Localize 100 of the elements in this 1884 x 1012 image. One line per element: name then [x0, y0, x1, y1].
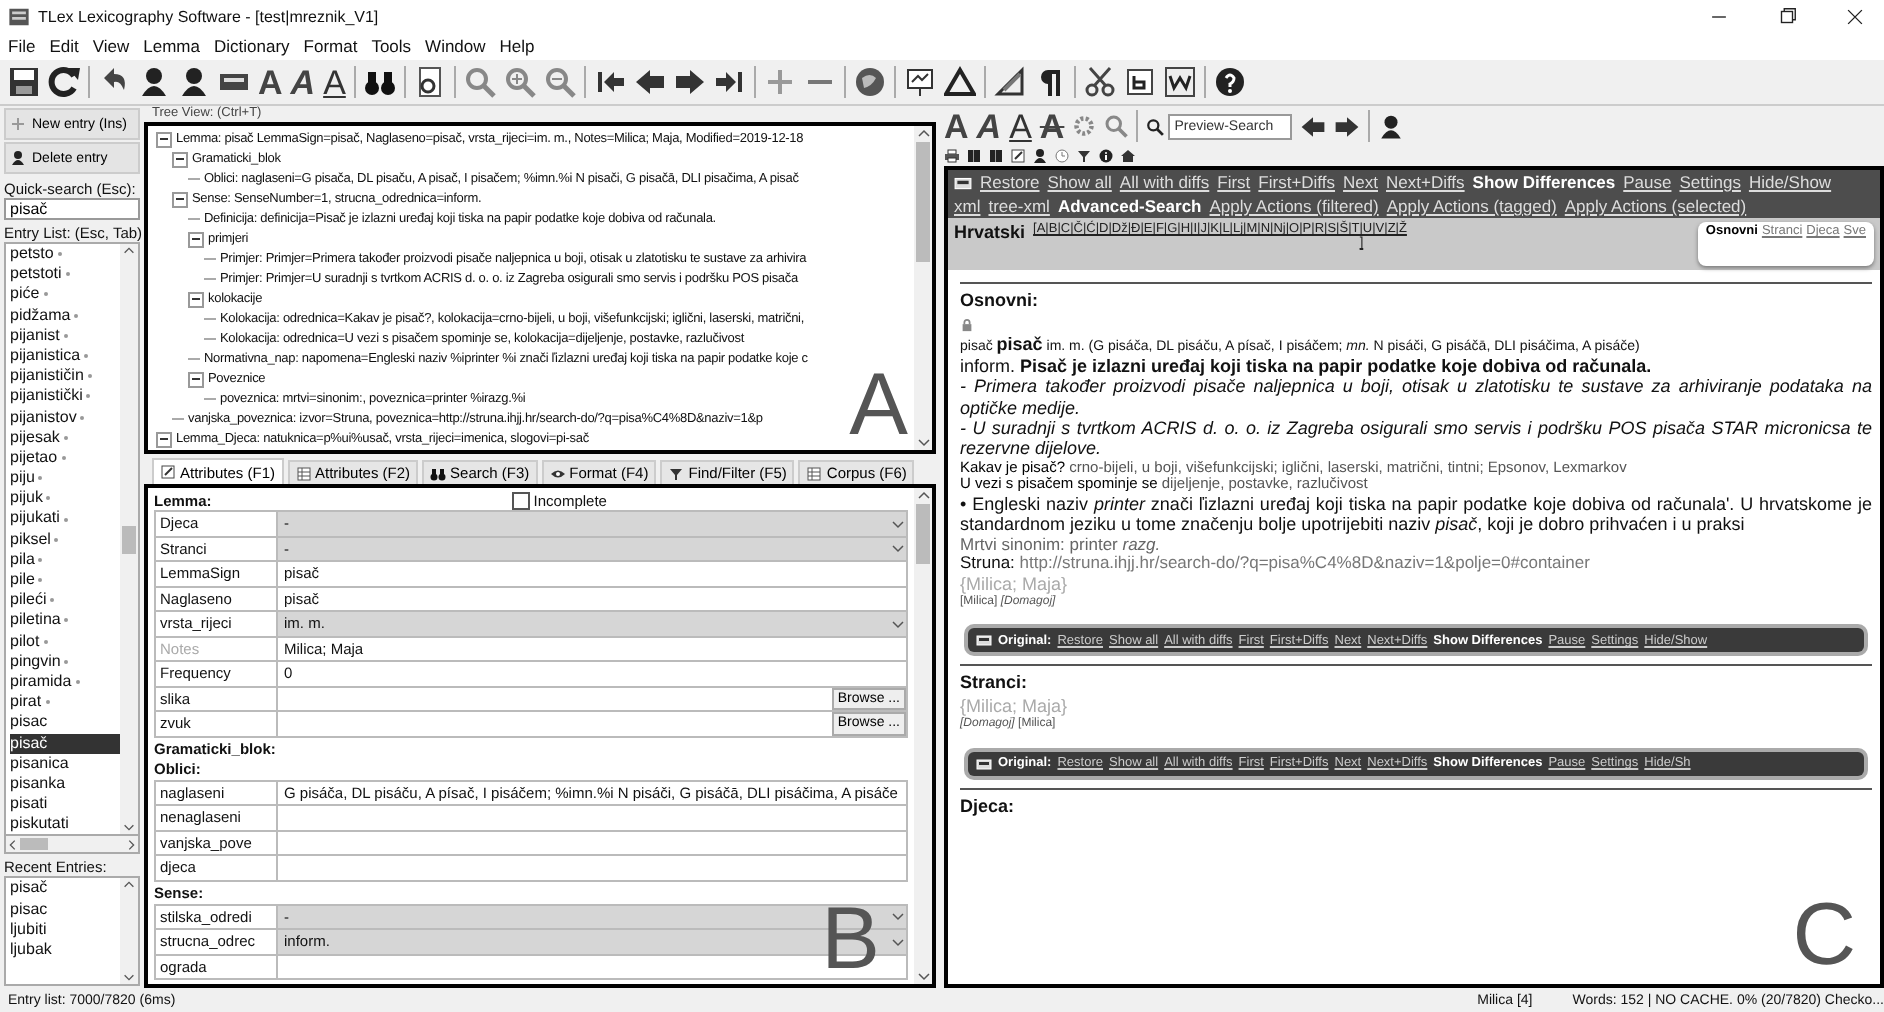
quick-search-field[interactable]: pisač	[4, 198, 140, 220]
entry-list-item[interactable]: pisac	[10, 712, 120, 733]
close-icon[interactable]	[1843, 5, 1865, 27]
expander-toggle[interactable]	[156, 431, 172, 448]
entry-list-item[interactable]: petstoti	[10, 264, 120, 285]
book-icon[interactable]	[988, 148, 1004, 164]
font-style-button[interactable]: A	[1009, 109, 1032, 143]
last-icon[interactable]	[713, 66, 746, 98]
entry-list-item[interactable]: pisanica	[10, 753, 120, 774]
recent-entry[interactable]: ljubiti	[10, 919, 120, 940]
entry-list-item[interactable]: pileći	[10, 590, 120, 611]
save-icon[interactable]	[8, 66, 40, 98]
person-icon[interactable]	[178, 66, 210, 98]
restore-icon[interactable]	[1775, 5, 1797, 27]
code-icon[interactable]	[1123, 66, 1156, 98]
view-link[interactable]: tree-xml	[988, 196, 1050, 216]
scrollbar-thumb[interactable]	[916, 141, 930, 262]
menu-item[interactable]: File	[8, 36, 36, 56]
entry-list-item[interactable]: pijetao	[10, 447, 120, 469]
font-style-button[interactable]: A	[976, 109, 1002, 143]
font-style-button[interactable]: A	[258, 65, 283, 99]
action-link[interactable]: First+Diffs	[1258, 172, 1336, 192]
entry-list-item[interactable]: pijanističin	[10, 366, 120, 387]
action-link[interactable]: First	[1217, 172, 1251, 192]
book-icon[interactable]	[966, 148, 982, 164]
entry-list-item[interactable]: piskutati	[10, 814, 120, 835]
view-link[interactable]: Advanced-Search	[1057, 196, 1202, 216]
entry-list-item[interactable]: pisač	[10, 733, 120, 754]
menu-item[interactable]: View	[92, 36, 130, 56]
refresh-icon[interactable]	[48, 66, 80, 98]
scroll-left-icon[interactable]	[6, 837, 20, 852]
entry-list-item[interactable]: pilot	[10, 631, 120, 652]
view-link[interactable]: xml	[954, 196, 981, 216]
view-link[interactable]: Apply Actions (tagged)	[1386, 196, 1557, 216]
recent-entry[interactable]: pisac	[10, 899, 120, 920]
expander-toggle[interactable]	[172, 191, 188, 208]
menu-item[interactable]: Format	[303, 36, 358, 56]
info-icon[interactable]	[1098, 148, 1114, 164]
expander-toggle[interactable]	[188, 231, 204, 248]
expander-toggle[interactable]	[172, 151, 188, 168]
person-icon[interactable]	[138, 66, 170, 98]
entry-list-item[interactable]: pijanistički	[10, 386, 120, 407]
entry-list-item[interactable]: pisati	[10, 794, 120, 815]
zoom-in-icon[interactable]	[503, 66, 536, 98]
document-icon[interactable]	[1163, 66, 1196, 98]
entry-list-item[interactable]: pisanka	[10, 773, 120, 795]
scroll-up-icon[interactable]	[915, 125, 931, 142]
zoom-icon[interactable]	[1104, 114, 1129, 138]
help-icon[interactable]	[1213, 66, 1246, 98]
binoculars-icon[interactable]	[363, 66, 396, 98]
expander-toggle[interactable]	[156, 131, 172, 148]
source-url[interactable]: http://struna.ihjj.hr/search-do/?q=pisa%C4%8D&naziv=1&polje=0#container	[1019, 552, 1590, 573]
scrollbar-thumb[interactable]	[916, 504, 930, 564]
entry-list-item[interactable]: piksel	[10, 529, 120, 550]
entry-list-item[interactable]: pirat	[10, 692, 120, 713]
scrollbar[interactable]	[120, 878, 138, 984]
font-style-button[interactable]: A	[944, 109, 969, 143]
expander-toggle[interactable]	[188, 371, 204, 388]
scrollbar[interactable]	[914, 125, 932, 450]
action-link[interactable]: Show all	[1047, 172, 1112, 192]
scissors-icon[interactable]	[1083, 66, 1116, 98]
gear-icon[interactable]	[1072, 114, 1097, 138]
font-style-button[interactable]: A	[1039, 109, 1065, 143]
scrollbar[interactable]	[4, 836, 140, 855]
font-style-button[interactable]: A	[323, 65, 346, 99]
entry-list-item[interactable]: pingvin	[10, 651, 120, 672]
entry-list-item[interactable]: piju	[10, 468, 120, 489]
person-icon[interactable]	[1378, 113, 1405, 139]
menu-item[interactable]: Dictionary	[213, 36, 290, 56]
entry-list-item[interactable]: pile	[10, 570, 120, 591]
menu-item[interactable]: Lemma	[143, 36, 200, 56]
view-link[interactable]: Apply Actions (filtered)	[1209, 196, 1379, 216]
entry-list-item[interactable]: pijanistov	[10, 407, 120, 428]
forward-arrow-icon[interactable]	[1334, 113, 1361, 139]
entry-list-item[interactable]: pijukati	[10, 508, 120, 530]
forward-arrow-icon[interactable]	[673, 66, 706, 98]
pen-icon[interactable]	[993, 66, 1026, 98]
scrollbar-thumb[interactable]	[122, 525, 136, 554]
back-arrow-icon[interactable]	[1300, 113, 1327, 139]
scroll-down-icon[interactable]	[915, 433, 931, 450]
printer-icon[interactable]	[944, 148, 960, 164]
zoom-out-icon[interactable]	[543, 66, 576, 98]
zoom-icon[interactable]	[463, 66, 496, 98]
globe-icon[interactable]	[853, 66, 886, 98]
entry-list-item[interactable]: pijanist	[10, 325, 120, 346]
clock-icon[interactable]	[1054, 148, 1070, 164]
scroll-down-icon[interactable]	[122, 970, 136, 984]
home-icon[interactable]	[1120, 148, 1136, 164]
scrollbar[interactable]	[120, 244, 138, 835]
entry-list-item[interactable]: pijanistica	[10, 345, 120, 367]
person-icon[interactable]	[1032, 148, 1048, 164]
action-link[interactable]: Next+Diffs	[1386, 172, 1465, 192]
scroll-up-icon[interactable]	[915, 488, 931, 504]
recent-entry[interactable]: ljubak	[10, 940, 120, 961]
action-link[interactable]: Next	[1343, 172, 1378, 192]
action-link[interactable]: Show Differences	[1472, 172, 1616, 192]
entry-list-item[interactable]: pijuk	[10, 488, 120, 509]
entry-list-item[interactable]: pila	[10, 549, 120, 570]
back-arrow-icon[interactable]	[633, 66, 666, 98]
search-icon[interactable]	[1146, 117, 1165, 135]
